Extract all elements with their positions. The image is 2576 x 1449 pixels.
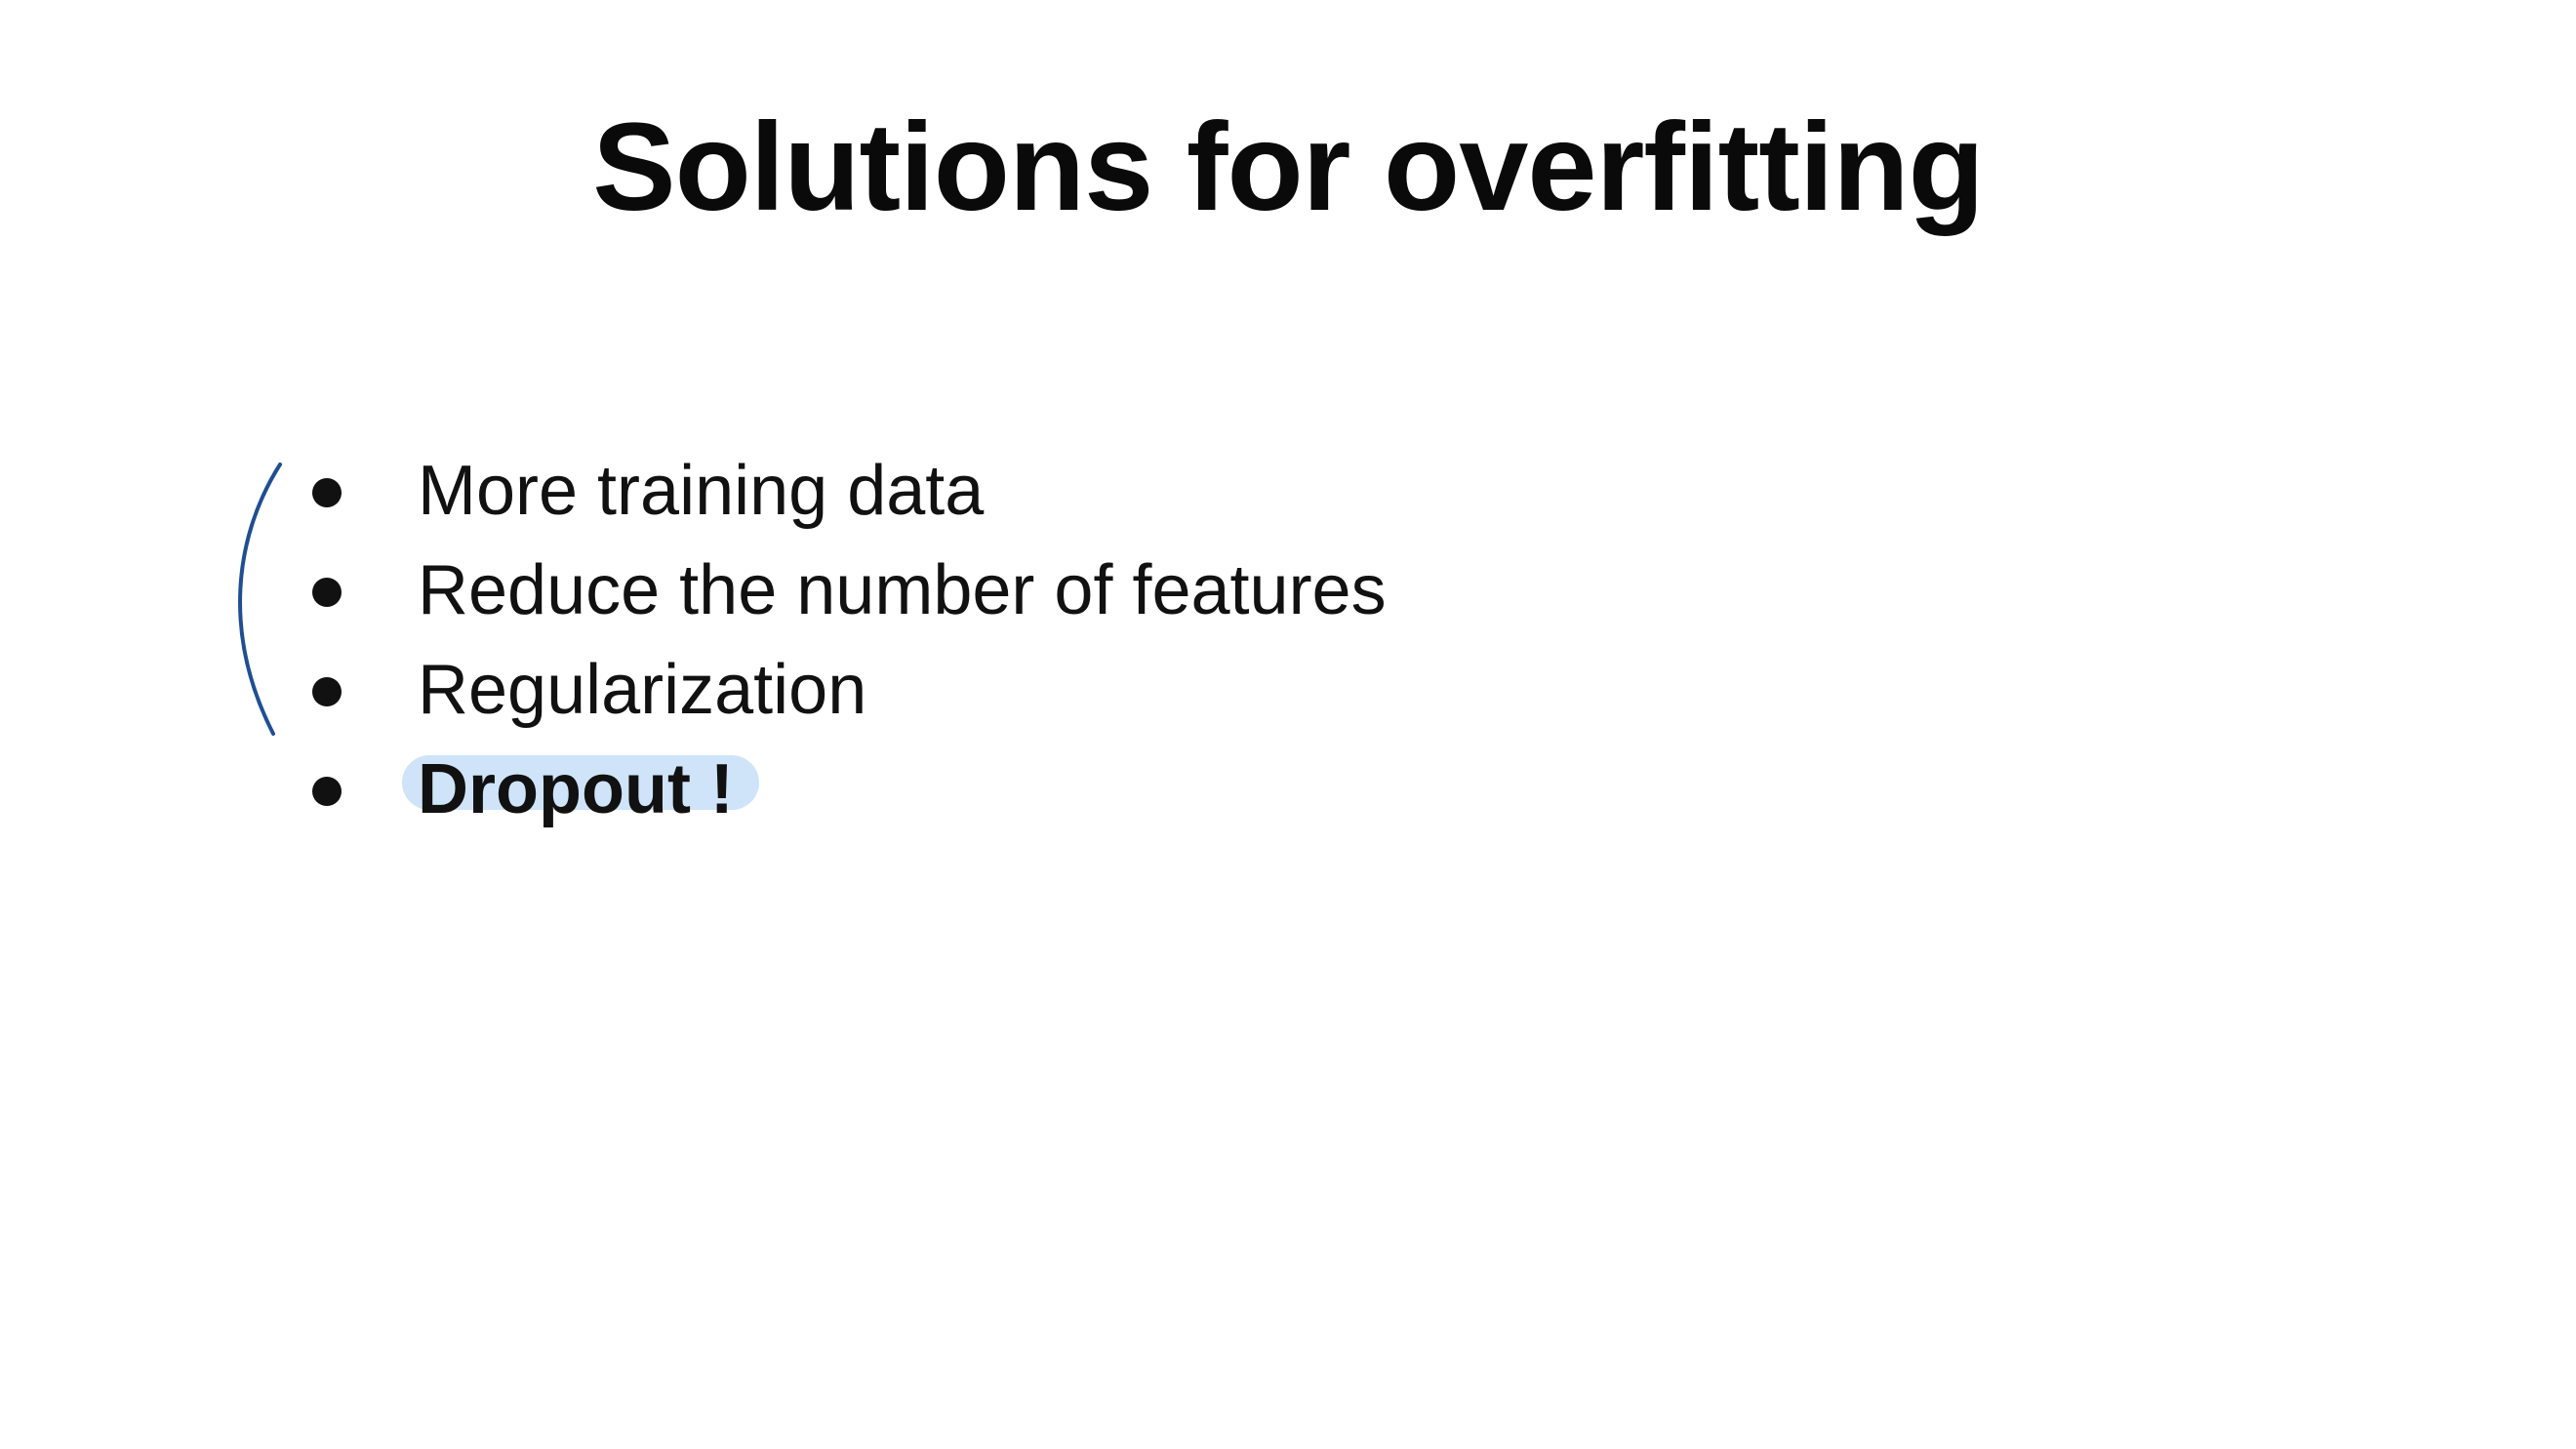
hand-drawn-bracket-annotation bbox=[238, 463, 282, 736]
bullet-dot bbox=[312, 677, 342, 706]
bullet-text-emphasized: Dropout ! bbox=[418, 750, 734, 828]
bullet-text: Regularization bbox=[418, 651, 867, 729]
slide-title: Solutions for overfitting bbox=[592, 98, 1985, 237]
bullet-dot bbox=[312, 777, 342, 806]
bullet-text: Reduce the number of features bbox=[418, 551, 1387, 629]
slide: Solutions for overfitting More training … bbox=[0, 0, 2576, 1449]
bullet-dot bbox=[312, 478, 342, 507]
bullet-dot bbox=[312, 578, 342, 607]
bullet-text: More training data bbox=[418, 452, 985, 530]
